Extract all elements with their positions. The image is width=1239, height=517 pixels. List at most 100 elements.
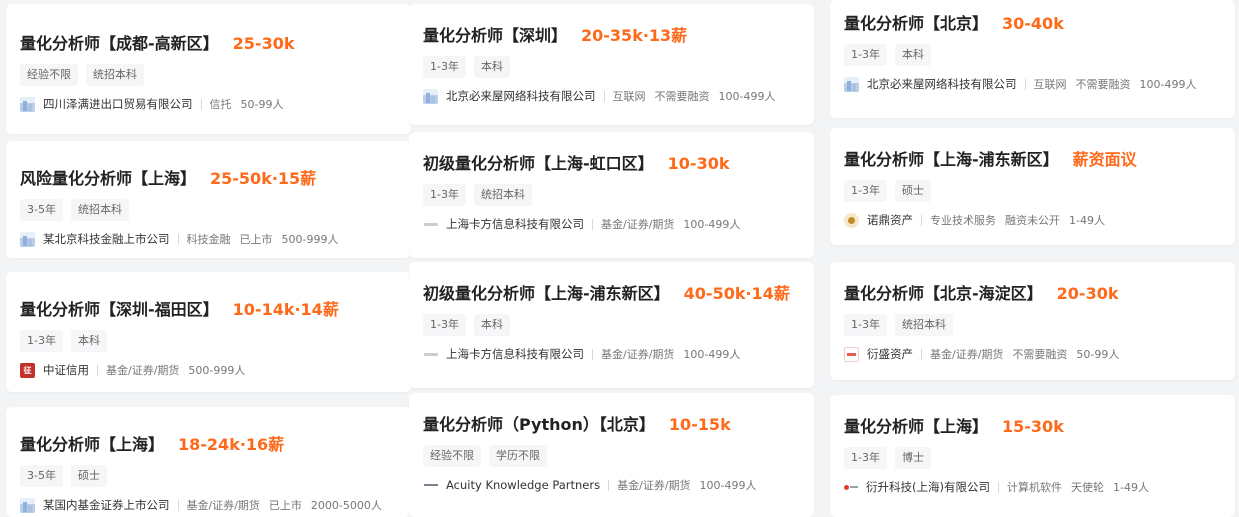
company-meta: 基金/证券/期货 (186, 499, 260, 512)
job-title[interactable]: 初级量化分析师【上海-虹口区】 (423, 150, 654, 174)
salary: 25-30k (232, 34, 295, 53)
divider (997, 481, 999, 493)
company-name[interactable]: 上海卡方信息科技有限公司 (446, 346, 584, 362)
requirement-tag: 1-3年 (20, 330, 63, 352)
salary: 薪资面议 (1072, 150, 1137, 169)
job-title-row: 量化分析师【深圳】 20-35k·13薪 (423, 22, 804, 48)
salary: 18-24k·16薪 (178, 435, 285, 454)
salary: 20-35k·13薪 (581, 26, 688, 45)
divider (200, 98, 202, 110)
building-icon (20, 96, 35, 112)
building-icon (20, 497, 35, 513)
nuoding-logo-icon (844, 212, 859, 228)
company-meta: 2000-5000人 (310, 499, 382, 512)
job-title-row: 初级量化分析师【上海-浦东新区】 40-50k·14薪 (423, 280, 804, 306)
job-tags: 1-3年 本科 (423, 314, 804, 336)
divider (177, 233, 179, 245)
job-title-row: 量化分析师【成都-高新区】 25-30k (20, 30, 401, 56)
job-card[interactable]: 量化分析师【深圳-福田区】 10-14k·14薪 1-3年 本科征中证信用 基金/证券/… (6, 272, 411, 392)
requirement-tag: 3-5年 (20, 199, 63, 221)
requirement-tag: 本科 (473, 314, 510, 336)
job-title[interactable]: 初级量化分析师【上海-浦东新区】 (423, 280, 670, 304)
requirement-tag: 学历不限 (489, 445, 547, 467)
kafang-logo-icon (423, 217, 438, 232)
company-name[interactable]: 诺鼎资产 (867, 212, 913, 228)
company-meta: 基金/证券/期货 (106, 364, 180, 377)
requirement-tag: 统招本科 (70, 199, 129, 221)
company-name[interactable]: 某北京科技金融上市公司 (43, 231, 170, 247)
company-name[interactable]: 中证信用 (43, 362, 89, 378)
zhongzheng-logo-icon: 征 (20, 362, 35, 378)
job-card[interactable]: 量化分析师【上海】 15-30k 1-3年 博士 衍升科技(上海)有限公司 计算机软件 天使… (830, 395, 1235, 517)
job-card[interactable]: 量化分析师【上海】 18-24k·16薪 3-5年 硕士 某国内基金证券上市公司 基金/证… (6, 407, 411, 517)
company-meta: 1-49人 (1069, 214, 1105, 227)
company-name[interactable]: 北京必来屋网络科技有限公司 (446, 88, 596, 104)
job-card[interactable]: 量化分析师【北京-海淀区】 20-30k 1-3年 统招本科 衍盛资产 基金/证券/期货不… (830, 262, 1235, 380)
salary: 10-14k·14薪 (232, 300, 339, 319)
job-title-row: 初级量化分析师【上海-虹口区】 10-30k (423, 150, 804, 176)
company-name[interactable]: 某国内基金证券上市公司 (43, 497, 170, 513)
job-title[interactable]: 量化分析师【北京-海淀区】 (844, 280, 1043, 304)
job-card[interactable]: 量化分析师【深圳】 20-35k·13薪 1-3年 本科 北京必来屋网络科技有限公司 互联… (409, 4, 814, 125)
requirement-tag: 本科 (894, 44, 931, 66)
divider (97, 364, 98, 376)
job-card[interactable]: 量化分析师【成都-高新区】 25-30k 经验不限 统招本科四川泽满进出口贸易有限公司… (6, 4, 411, 134)
job-title[interactable]: 量化分析师【成都-高新区】 (20, 30, 219, 54)
acuity-logo-icon (423, 478, 438, 493)
job-title[interactable]: 量化分析师（Python）【北京】 (423, 411, 655, 435)
company-meta: 50-99人 (240, 98, 284, 111)
company-meta: 500-999人 (188, 364, 246, 377)
job-title[interactable]: 量化分析师【上海-浦东新区】 (844, 146, 1059, 170)
requirement-tag: 1-3年 (423, 184, 466, 206)
company-info: 某北京科技金融上市公司 科技金融 已上市 500-999人 (20, 231, 401, 247)
job-title[interactable]: 风险量化分析师【上海】 (20, 165, 196, 189)
company-meta: 100-499人 (699, 479, 757, 492)
requirement-tag: 1-3年 (844, 180, 887, 202)
job-title-row: 风险量化分析师【上海】 25-50k·15薪 (20, 165, 401, 191)
company-meta: 已上市 (239, 233, 273, 246)
company-name[interactable]: Acuity Knowledge Partners (446, 478, 600, 492)
job-card[interactable]: 初级量化分析师【上海-虹口区】 10-30k 1-3年 统招本科上海卡方信息科技有限公… (409, 132, 814, 258)
requirement-tag: 统招本科 (473, 184, 532, 206)
building-icon (844, 76, 859, 92)
job-title[interactable]: 量化分析师【深圳】 (423, 22, 567, 46)
company-name[interactable]: 北京必来屋网络科技有限公司 (867, 76, 1017, 92)
requirement-tag: 本科 (473, 56, 510, 78)
company-meta: 科技金融 (186, 233, 231, 246)
requirement-tag: 本科 (70, 330, 107, 352)
salary: 30-40k (1002, 14, 1064, 33)
job-title-row: 量化分析师【上海】 15-30k (844, 413, 1225, 439)
company-name[interactable]: 上海卡方信息科技有限公司 (446, 216, 584, 232)
company-name[interactable]: 衍盛资产 (867, 346, 913, 362)
company-meta: 基金/证券/期货 (601, 348, 675, 361)
divider (603, 90, 605, 102)
building-icon (423, 88, 438, 104)
job-card[interactable]: 量化分析师【北京】 30-40k 1-3年 本科 北京必来屋网络科技有限公司 互联网 不需要… (830, 0, 1235, 118)
requirement-tag: 统招本科 (86, 64, 144, 86)
job-title[interactable]: 量化分析师【北京】 (844, 10, 988, 34)
requirement-tag: 1-3年 (844, 314, 887, 336)
job-card[interactable]: 风险量化分析师【上海】 25-50k·15薪 3-5年 统招本科某北京科技金融上市公司… (6, 141, 411, 258)
salary: 40-50k·14薪 (683, 284, 790, 303)
job-card[interactable]: 量化分析师（Python）【北京】 10-15k 经验不限 学历不限 Acuity Kn… (409, 393, 814, 517)
job-title[interactable]: 量化分析师【深圳-福田区】 (20, 296, 219, 320)
job-title-row: 量化分析师【上海-浦东新区】 薪资面议 (844, 146, 1225, 172)
requirement-tag: 1-3年 (844, 44, 887, 66)
requirement-tag: 3-5年 (20, 465, 63, 487)
company-info: Acuity Knowledge Partners 基金/证券/期货 100-499… (423, 477, 804, 493)
job-card[interactable]: 量化分析师【上海-浦东新区】 薪资面议 1-3年 硕士 诺鼎资产 专业技术服务 融资未公开 1… (830, 128, 1235, 245)
job-tags: 1-3年 统招本科 (423, 184, 804, 206)
job-title[interactable]: 量化分析师【上海】 (844, 413, 988, 437)
salary: 25-50k·15薪 (210, 169, 317, 188)
company-name[interactable]: 四川泽满进出口贸易有限公司 (43, 96, 193, 112)
requirement-tag: 经验不限 (20, 64, 78, 86)
job-tags: 1-3年 硕士 (844, 180, 1225, 202)
job-title[interactable]: 量化分析师【上海】 (20, 431, 164, 455)
job-card[interactable]: 初级量化分析师【上海-浦东新区】 40-50k·14薪 1-3年 本科上海卡方信息科技… (409, 262, 814, 388)
company-name[interactable]: 衍升科技(上海)有限公司 (866, 479, 990, 495)
company-meta: 50-99人 (1076, 348, 1120, 361)
company-meta: 100-499人 (1139, 78, 1197, 91)
divider (177, 499, 179, 511)
company-meta: 互联网 (1033, 78, 1067, 91)
job-tags: 经验不限 统招本科 (20, 64, 401, 86)
